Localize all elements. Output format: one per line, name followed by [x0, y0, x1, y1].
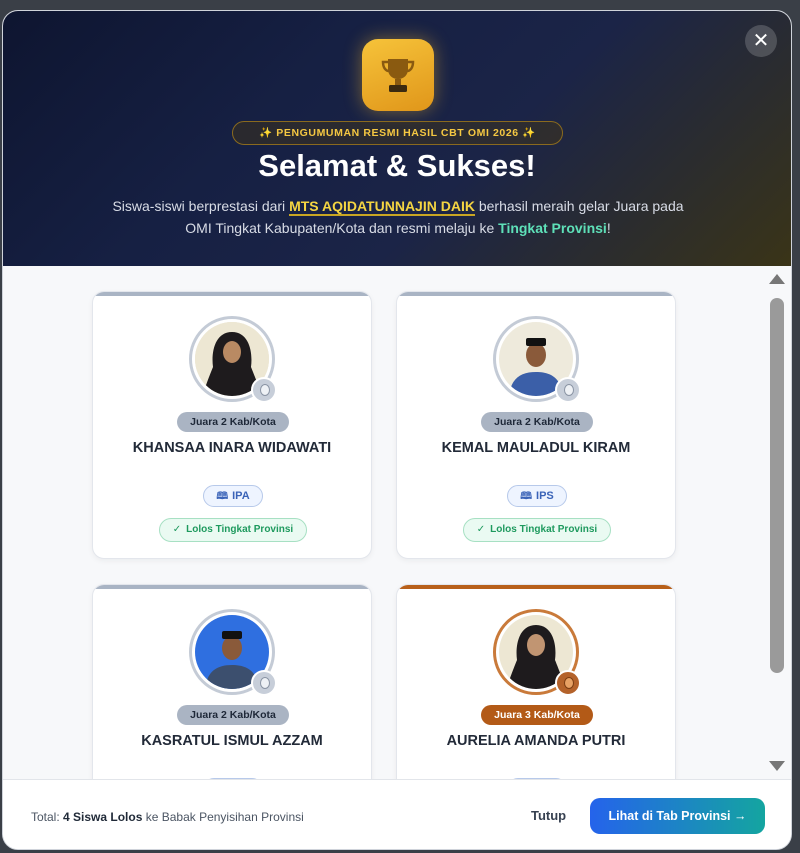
student-name: KASRATUL ISMUL AZZAM: [141, 733, 323, 749]
view-province-tab-button[interactable]: Lihat di Tab Provinsi →: [590, 798, 765, 834]
check-icon: ✓: [172, 524, 182, 535]
status-label: Lolos Tingkat Provinsi: [490, 524, 598, 535]
scrollbar-thumb[interactable]: [770, 298, 784, 673]
rank-badge: Juara 2 Kab/Kota: [177, 412, 289, 432]
announcement-badge: ✨ PENGUMUMAN RESMI HASIL CBT OMI 2026 ✨: [232, 121, 563, 145]
rank-badge: Juara 3 Kab/Kota: [481, 705, 593, 725]
subject-badge: 🕮 IPA: [203, 485, 263, 507]
silver-medal-icon: [251, 377, 277, 403]
modal-title: Selamat & Sukses!: [258, 148, 536, 183]
student-card: Juara 2 Kab/Kota KEMAL MAULADUL KIRAM 🕮 I…: [396, 291, 676, 559]
total-value: 4 Siswa Lolos: [63, 810, 143, 824]
status-badge: ✓ Lolos Tingkat Provinsi: [159, 518, 307, 542]
subject-badge: 🕮 IPS: [507, 485, 567, 507]
subject-label: IPA: [232, 490, 250, 502]
modal-header: ✕ ✨ PENGUMUMAN RESMI HASIL CBT OMI 2026 …: [3, 11, 791, 266]
student-card: Juara 3 Kab/Kota AURELIA AMANDA PUTRI: [396, 584, 676, 779]
bronze-medal-icon: [555, 670, 581, 696]
check-icon: ✓: [476, 524, 486, 535]
subject-label: IPS: [536, 490, 554, 502]
status-label: Lolos Tingkat Provinsi: [186, 524, 294, 535]
student-name: KEMAL MAULADUL KIRAM: [441, 440, 631, 456]
card-accent: [397, 585, 675, 589]
silver-medal-icon: [555, 377, 581, 403]
silver-medal-icon: [251, 670, 277, 696]
school-name: MTS AQIDATUNNAJIN DAIK: [289, 198, 475, 216]
total-summary: Total: 4 Siswa Lolos ke Babak Penyisihan…: [31, 810, 304, 824]
province-level: Tingkat Provinsi: [498, 220, 607, 236]
modal-footer: Total: 4 Siswa Lolos ke Babak Penyisihan…: [3, 779, 791, 849]
description-text: !: [606, 220, 611, 236]
book-icon: 🕮: [216, 491, 229, 502]
close-icon[interactable]: ✕: [745, 25, 777, 57]
student-name: AURELIA AMANDA PUTRI: [446, 733, 626, 749]
scroll-up-arrow[interactable]: [769, 274, 785, 284]
status-badge: ✓ Lolos Tingkat Provinsi: [463, 518, 611, 542]
announcement-modal: ✕ ✨ PENGUMUMAN RESMI HASIL CBT OMI 2026 …: [2, 10, 792, 850]
card-accent: [93, 585, 371, 589]
card-accent: [397, 292, 675, 296]
student-card: Juara 2 Kab/Kota KASRATUL ISMUL AZZAM: [92, 584, 372, 779]
book-icon: 🕮: [520, 491, 533, 502]
student-name: KHANSAA INARA WIDAWATI: [132, 440, 332, 456]
total-label: Total:: [31, 810, 64, 824]
rank-badge: Juara 2 Kab/Kota: [481, 412, 593, 432]
students-list[interactable]: Juara 2 Kab/Kota KHANSAA INARA WIDAWATI …: [3, 266, 791, 779]
modal-description: Siswa-siswi berprestasi dari MTS AQIDATU…: [98, 195, 698, 239]
close-button[interactable]: Tutup: [531, 808, 566, 823]
description-text: Siswa-siswi berprestasi dari: [112, 198, 290, 214]
scroll-down-arrow[interactable]: [769, 761, 785, 771]
total-suffix: ke Babak Penyisihan Provinsi: [142, 810, 304, 824]
rank-badge: Juara 2 Kab/Kota: [177, 705, 289, 725]
card-accent: [93, 292, 371, 296]
trophy-icon: [362, 39, 434, 111]
student-card: Juara 2 Kab/Kota KHANSAA INARA WIDAWATI …: [92, 291, 372, 559]
